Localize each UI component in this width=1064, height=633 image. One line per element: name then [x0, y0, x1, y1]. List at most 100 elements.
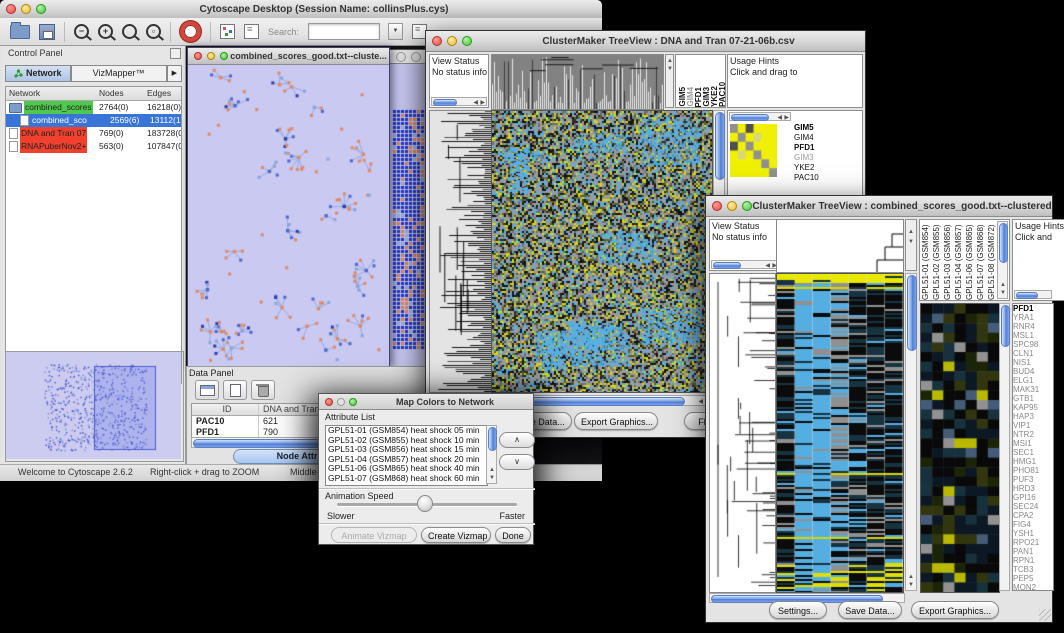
- tab-vizmapper[interactable]: VizMapper™: [71, 65, 167, 82]
- network-window-1-titlebar[interactable]: combined_scores_good.txt--cluste...: [188, 48, 389, 65]
- scroll-down-icon[interactable]: ▼: [908, 238, 914, 246]
- minimize-icon[interactable]: [21, 4, 31, 14]
- tab-overflow-button[interactable]: ▶: [167, 65, 182, 82]
- dialog-titlebar[interactable]: Map Colors to Network: [319, 394, 533, 410]
- column-dendrogram-canvas[interactable]: [491, 54, 664, 110]
- open-session-icon[interactable]: [10, 25, 30, 39]
- new-attribute-icon[interactable]: [223, 380, 247, 400]
- network-row-selected[interactable]: combined_sco 2569(6) 13112(15): [6, 114, 181, 127]
- dendrogram-scroll-strip[interactable]: ▲ ▼: [905, 219, 917, 271]
- tab-network[interactable]: Network: [5, 65, 71, 82]
- detail-heatmap-canvas[interactable]: [920, 303, 1000, 593]
- mini-heatmap-canvas[interactable]: [730, 124, 777, 177]
- help-lifesaver-icon[interactable]: [180, 21, 201, 42]
- treeview2-titlebar[interactable]: ClusterMaker TreeView : combined_scores_…: [706, 196, 1052, 217]
- zoom-icon[interactable]: [349, 398, 357, 406]
- float-panel-icon[interactable]: [170, 48, 181, 59]
- slider-thumb-icon[interactable]: [417, 495, 433, 512]
- faster-label: Faster: [499, 511, 525, 521]
- scroll-left-icon[interactable]: ◀: [777, 114, 782, 122]
- save-data-button[interactable]: Save Data...: [838, 601, 902, 619]
- save-session-icon[interactable]: [39, 24, 55, 40]
- zoom-icon[interactable]: [742, 201, 752, 211]
- heatmap-vscrollbar[interactable]: ▲ ▼: [905, 273, 917, 591]
- close-icon[interactable]: [432, 36, 442, 46]
- export-graphics-button[interactable]: Export Graphics...: [911, 601, 999, 619]
- minimize-icon[interactable]: [447, 36, 457, 46]
- zoom-icon[interactable]: [220, 52, 228, 60]
- scroll-up-icon[interactable]: ▲: [1000, 281, 1006, 289]
- network-row[interactable]: combined_scores 2764(0) 16218(0): [6, 101, 181, 114]
- done-button[interactable]: Done: [495, 527, 531, 543]
- treeview1-titlebar[interactable]: ClusterMaker TreeView : DNA and Tran 07-…: [426, 31, 865, 52]
- create-vizmap-button[interactable]: Create Vizmap: [421, 527, 491, 543]
- close-icon[interactable]: [194, 52, 202, 60]
- search-dropdown-icon[interactable]: ▼: [388, 23, 403, 40]
- network-row[interactable]: RNAPuberNov2+ 563(0) 107847(0): [6, 140, 181, 153]
- labels-vscrollbar[interactable]: ▲ ▼: [997, 221, 1008, 299]
- move-up-button[interactable]: ∧: [499, 432, 535, 448]
- annotation-icon[interactable]: [244, 24, 259, 39]
- scroll-up-icon[interactable]: ▲: [667, 57, 673, 65]
- usage-hscrollbar[interactable]: [1014, 290, 1052, 299]
- scroll-left-icon[interactable]: ◀: [473, 99, 478, 107]
- zoom-icon[interactable]: [36, 4, 46, 14]
- usage-hints-title: Usage Hints: [1013, 220, 1064, 231]
- dendrogram-scroll-strip[interactable]: ▲ ▼: [665, 54, 674, 108]
- gene-label: HRD3: [1013, 484, 1053, 493]
- attribute-list-vscrollbar[interactable]: ▲ ▼: [486, 425, 497, 484]
- detail-hscrollbar[interactable]: ◀ ▶: [729, 112, 791, 121]
- delete-attribute-icon[interactable]: [251, 380, 275, 400]
- attribute-list[interactable]: GPL51-01 (GSM854) heat shock 05 minGPL51…: [325, 425, 488, 486]
- attribute-item[interactable]: GPL51-07 (GSM868) heat shock 60 min: [326, 474, 487, 484]
- close-icon[interactable]: [396, 52, 406, 62]
- zoom-fit-icon[interactable]: [122, 24, 137, 39]
- minimize-icon[interactable]: [411, 52, 421, 62]
- resize-grip[interactable]: [1039, 609, 1051, 621]
- view-status-hscrollbar[interactable]: ◀ ▶: [711, 260, 779, 269]
- search-input[interactable]: [308, 23, 380, 40]
- settings-button[interactable]: Settings...: [769, 601, 827, 619]
- treeview2-title: ClusterMaker TreeView : combined_scores_…: [752, 201, 1052, 212]
- scroll-down-icon[interactable]: ▼: [1000, 289, 1006, 297]
- close-icon[interactable]: [325, 398, 333, 406]
- column-dendrogram-canvas[interactable]: [776, 219, 904, 273]
- birdseye-view[interactable]: [5, 351, 184, 462]
- zoom-selected-icon[interactable]: ▫: [146, 24, 161, 39]
- zoom-in-icon[interactable]: +: [98, 24, 113, 39]
- heatmap-canvas[interactable]: [491, 110, 713, 393]
- main-titlebar[interactable]: Cytoscape Desktop (Session Name: collins…: [0, 0, 602, 19]
- scroll-up-icon[interactable]: ▲: [489, 466, 495, 474]
- move-down-button[interactable]: ∨: [499, 454, 535, 470]
- minimize-icon[interactable]: [337, 398, 345, 406]
- minimize-icon[interactable]: [727, 201, 737, 211]
- minimize-icon[interactable]: [207, 52, 215, 60]
- view-status-hscrollbar[interactable]: ◀ ▶: [431, 97, 487, 106]
- network-view-canvas[interactable]: [188, 65, 387, 366]
- network-row[interactable]: DNA and Tran 07 769(0) 183728(0): [6, 127, 181, 140]
- scroll-down-icon[interactable]: ▼: [908, 581, 914, 589]
- select-attributes-icon[interactable]: [195, 380, 219, 400]
- zoom-icon[interactable]: [462, 36, 472, 46]
- scroll-up-icon[interactable]: ▲: [908, 228, 914, 236]
- zoom-out-icon[interactable]: −: [74, 24, 89, 39]
- vizmapper-icon[interactable]: [220, 24, 235, 39]
- close-icon[interactable]: [6, 4, 16, 14]
- export-graphics-button[interactable]: Export Graphics...: [574, 412, 658, 430]
- scroll-right-icon[interactable]: ▶: [784, 114, 789, 122]
- separator: [319, 523, 535, 525]
- detail-vscrollbar[interactable]: [999, 303, 1010, 591]
- scroll-right-icon[interactable]: ▶: [480, 99, 485, 107]
- scroll-up-icon[interactable]: ▲: [908, 573, 914, 581]
- window-controls[interactable]: [6, 4, 46, 14]
- scroll-down-icon[interactable]: ▼: [489, 474, 495, 482]
- row-dendrogram-canvas[interactable]: [429, 110, 492, 393]
- animate-vizmap-button[interactable]: Animate Vizmap: [331, 527, 417, 543]
- heatmap-canvas[interactable]: [776, 273, 904, 593]
- close-icon[interactable]: [712, 201, 722, 211]
- column-label: PFD1: [694, 87, 701, 107]
- scroll-down-icon[interactable]: ▼: [667, 65, 673, 73]
- row-dendrogram-canvas[interactable]: [709, 273, 776, 593]
- scroll-left-icon[interactable]: ◀: [698, 398, 703, 406]
- scroll-left-icon[interactable]: ◀: [765, 262, 770, 270]
